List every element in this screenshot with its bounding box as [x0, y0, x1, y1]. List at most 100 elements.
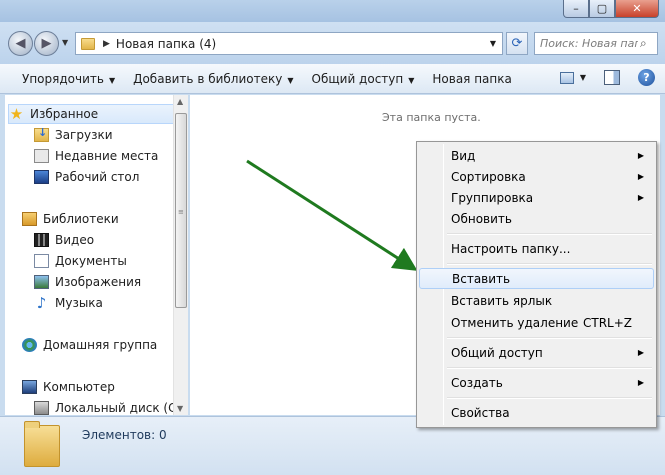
menu-separator: [447, 337, 652, 339]
nav-item-computer[interactable]: Компьютер: [22, 377, 115, 397]
downloads-icon: [34, 126, 49, 142]
search-input[interactable]: Поиск: Новая папка (4) ⌕: [534, 32, 658, 55]
submenu-arrow-icon: ▶: [637, 172, 644, 181]
documents-icon: [34, 254, 49, 268]
breadcrumb-arrow-icon[interactable]: ▶: [103, 39, 110, 49]
refresh-button[interactable]: ⟳: [506, 32, 528, 55]
address-dropdown-icon[interactable]: ▼: [490, 39, 496, 48]
menu-item-sort[interactable]: Сортировка ▶: [419, 166, 654, 187]
nav-item-music[interactable]: ♪ Музыка: [34, 293, 103, 313]
window-controls: – ▢ ✕: [563, 0, 659, 18]
menu-item-group[interactable]: Группировка ▶: [419, 187, 654, 208]
refresh-icon: ⟳: [511, 36, 523, 51]
address-bar[interactable]: ▶ Новая папка (4) ▼: [75, 32, 503, 55]
search-icon[interactable]: ⌕: [640, 36, 647, 51]
menu-separator: [447, 367, 652, 369]
recent-pages-dropdown[interactable]: ▼: [62, 38, 68, 47]
nav-item-libraries[interactable]: Библиотеки: [22, 209, 119, 229]
search-placeholder: Поиск: Новая папка (4): [540, 37, 638, 50]
menu-shortcut: CTRL+Z: [582, 315, 632, 330]
breadcrumb-current[interactable]: Новая папка (4): [116, 37, 216, 51]
forward-button[interactable]: ▶: [34, 31, 59, 56]
menu-item-refresh[interactable]: Обновить: [419, 208, 654, 229]
music-icon: ♪: [36, 294, 47, 312]
nav-item-recent[interactable]: Недавние места: [34, 146, 158, 166]
star-icon: ★: [9, 105, 24, 123]
submenu-arrow-icon: ▶: [637, 151, 644, 160]
nav-item-favorites[interactable]: ★ Избранное: [8, 104, 174, 124]
menu-label: Создать: [451, 375, 503, 390]
submenu-arrow-icon: ▶: [637, 348, 644, 357]
menu-label: Обновить: [451, 211, 512, 226]
menu-item-paste[interactable]: Вставить: [419, 268, 654, 289]
menu-item-paste-shortcut[interactable]: Вставить ярлык: [419, 290, 654, 311]
hard-disk-icon: [34, 401, 49, 415]
nav-label: Компьютер: [43, 380, 115, 394]
view-dropdown-icon[interactable]: ▼: [580, 73, 586, 82]
menu-label: Группировка: [451, 190, 534, 205]
nav-item-desktop[interactable]: Рабочий стол: [34, 167, 139, 187]
minimize-button[interactable]: –: [563, 0, 589, 18]
new-folder-button[interactable]: Новая папка: [423, 72, 520, 86]
close-button[interactable]: ✕: [615, 0, 659, 18]
add-to-library-button[interactable]: Добавить в библиотеку ▼: [124, 72, 302, 86]
menu-label: Вставить ярлык: [451, 293, 553, 308]
recent-places-icon: [34, 149, 49, 163]
scroll-grip-icon: ≡: [178, 208, 184, 216]
organize-label: Упорядочить: [22, 71, 104, 86]
chevron-down-icon: ▼: [108, 75, 116, 85]
nav-item-images[interactable]: Изображения: [34, 272, 141, 292]
nav-item-downloads[interactable]: Загрузки: [34, 125, 113, 145]
organize-button[interactable]: Упорядочить ▼: [0, 72, 124, 86]
menu-label: Отменить удаление: [451, 315, 579, 330]
submenu-arrow-icon: ▶: [637, 378, 644, 387]
menu-item-create[interactable]: Создать ▶: [419, 372, 654, 393]
maximize-button[interactable]: ▢: [589, 0, 615, 18]
share-label: Общий доступ: [311, 71, 404, 86]
nav-item-local-disk[interactable]: Локальный диск (C:): [34, 398, 185, 415]
nav-label: Локальный диск (C:): [55, 401, 186, 415]
share-button[interactable]: Общий доступ ▼: [303, 72, 424, 86]
toolbar-icons: ▼ ?: [559, 69, 655, 86]
menu-item-share[interactable]: Общий доступ ▶: [419, 342, 654, 363]
view-options-icon[interactable]: [559, 71, 574, 84]
back-button[interactable]: ◀: [8, 31, 33, 56]
empty-folder-message: Эта папка пуста.: [382, 111, 481, 124]
nav-label: Домашняя группа: [43, 338, 158, 352]
command-bar: Упорядочить ▼ Добавить в библиотеку ▼ Общи…: [0, 64, 665, 94]
nav-item-documents[interactable]: Документы: [34, 251, 127, 271]
new-folder-label: Новая папка: [432, 71, 512, 86]
address-row: ◀ ▶ ▼ ▶ Новая папка (4) ▼ ⟳ Поиск: Новая…: [0, 22, 665, 64]
nav-scrollbar[interactable]: ▲ ≡ ▼: [173, 95, 188, 415]
forward-arrow-icon: ▶: [41, 36, 52, 51]
help-icon[interactable]: ?: [638, 69, 655, 86]
menu-item-undo-delete[interactable]: Отменить удаление CTRL+Z: [419, 312, 654, 333]
nav-label: Документы: [55, 254, 127, 268]
nav-label: Недавние места: [55, 149, 159, 163]
nav-label: Изображения: [55, 275, 142, 289]
menu-label: Общий доступ: [451, 345, 543, 360]
desktop-icon: [34, 170, 49, 184]
nav-label: Видео: [55, 233, 95, 247]
menu-separator: [447, 263, 652, 265]
menu-item-properties[interactable]: Свойства: [419, 402, 654, 423]
nav-label: Библиотеки: [43, 212, 119, 226]
chevron-down-icon: ▼: [287, 75, 294, 85]
nav-label: Избранное: [30, 107, 99, 121]
nav-item-homegroup[interactable]: Домашняя группа: [22, 335, 157, 355]
items-count: Элементов: 0: [82, 428, 167, 442]
chevron-down-icon: ▼: [408, 75, 415, 85]
nav-item-video[interactable]: Видео: [34, 230, 94, 250]
nav-label: Рабочий стол: [55, 170, 140, 184]
menu-separator: [447, 233, 652, 235]
menu-item-view[interactable]: Вид ▶: [419, 145, 654, 166]
menu-label: Сортировка: [451, 169, 526, 184]
preview-pane-icon[interactable]: [604, 70, 620, 85]
scroll-up-icon[interactable]: ▲: [177, 97, 183, 106]
back-arrow-icon: ◀: [15, 36, 26, 51]
scroll-down-icon[interactable]: ▼: [177, 404, 183, 413]
add-to-library-label: Добавить в библиотеку: [133, 71, 283, 86]
images-icon: [34, 275, 49, 289]
menu-item-customize[interactable]: Настроить папку...: [419, 238, 654, 259]
homegroup-icon: [22, 338, 37, 352]
